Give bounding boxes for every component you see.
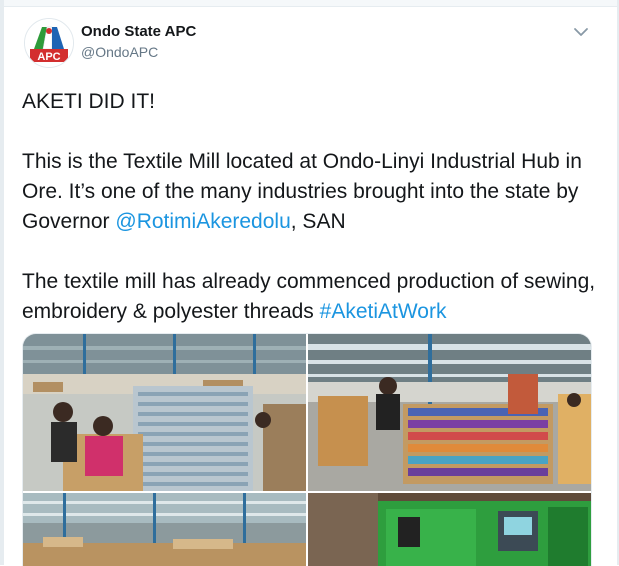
media-grid	[22, 333, 592, 566]
tweet-paragraph-2-suffix: , SAN	[290, 210, 346, 233]
tweet-paragraph-3-text: The textile mill has already commenced p…	[22, 270, 596, 323]
apc-logo: APC	[25, 19, 73, 67]
avatar[interactable]: APC	[24, 18, 74, 68]
photo-thread-pallets[interactable]	[308, 334, 591, 491]
tweet-text: AKETI DID IT! This is the Textile Mill l…	[22, 87, 602, 327]
photo-green-machine[interactable]	[308, 493, 591, 566]
tweet-paragraph-2: This is the Textile Mill located at Ondo…	[22, 147, 602, 237]
hashtag-link[interactable]: #AketiAtWork	[320, 300, 447, 323]
avatar-text: APC	[37, 51, 60, 63]
photo-factory-floor[interactable]	[23, 493, 306, 566]
tweet-paragraph-3: The textile mill has already commenced p…	[22, 267, 602, 327]
chevron-down-icon[interactable]	[572, 25, 590, 39]
mention-link[interactable]: @RotimiAkeredolu	[115, 210, 290, 233]
tweet-line-1: AKETI DID IT!	[22, 90, 156, 113]
page-top-edge	[4, 0, 617, 7]
account-name[interactable]: Ondo State APC	[81, 23, 196, 40]
photo-spools-warehouse[interactable]	[23, 334, 306, 491]
tweet: APC Ondo State APC @OndoAPC AKETI DID IT…	[4, 7, 617, 566]
account-handle[interactable]: @OndoAPC	[81, 44, 158, 60]
